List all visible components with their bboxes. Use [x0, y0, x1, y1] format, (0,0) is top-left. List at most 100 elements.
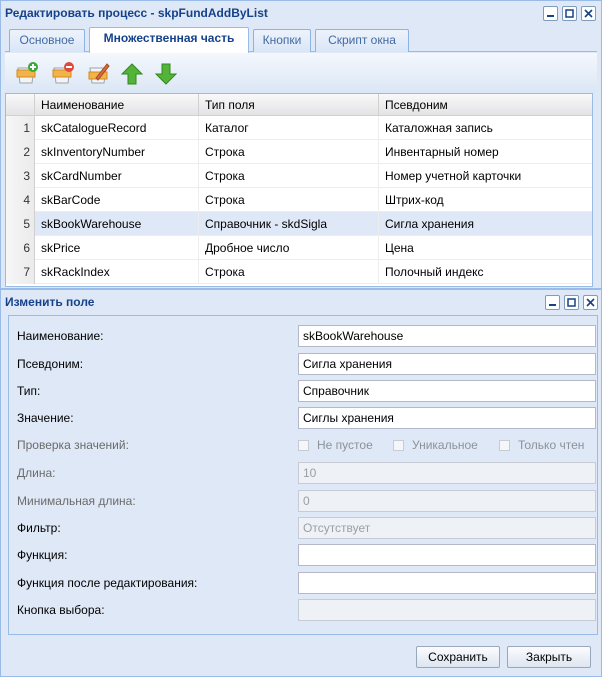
row-number: 7 [6, 260, 35, 284]
cell-name: skCatalogueRecord [35, 116, 199, 140]
cell-name: skBookWarehouse [35, 212, 199, 236]
length-input[interactable]: 10 [298, 462, 596, 484]
cell-type: Дробное число [199, 236, 379, 260]
table-row[interactable]: 2 skInventoryNumber Строка Инвентарный номе… [6, 140, 592, 164]
remove-row-icon [52, 62, 74, 84]
select-button-input[interactable] [298, 599, 596, 621]
unique-checkbox[interactable]: Уникальное [393, 438, 478, 452]
tab-window-script[interactable]: Скрипт окна [315, 29, 409, 52]
minimize-icon [549, 304, 556, 306]
maximize-button[interactable] [562, 6, 577, 21]
name-input[interactable]: skBookWarehouse [298, 325, 596, 347]
unique-label: Уникальное [412, 438, 478, 452]
function-after-edit-input[interactable] [298, 572, 596, 594]
validation-label: Проверка значений: [17, 438, 129, 452]
name-label: Наименование: [17, 329, 104, 343]
value-input[interactable]: Сиглы хранения [298, 407, 596, 429]
column-header-name[interactable]: Наименование [35, 94, 199, 116]
type-label: Тип: [17, 384, 41, 398]
process-edit-window: Редактировать процесс - skpFundAddByList… [0, 0, 602, 289]
window-title: Редактировать процесс - skpFundAddByList [5, 6, 268, 20]
cell-name: skInventoryNumber [35, 140, 199, 164]
readonly-label: Только чтен [518, 438, 585, 452]
table-row[interactable]: 7 skRackIndex Строка Полочный индекс [6, 260, 592, 284]
edit-close-window-button[interactable] [583, 295, 598, 310]
cell-alias: Каталожная запись [385, 121, 493, 135]
table-row[interactable]: 5 skBookWarehouse Справочник - skdSigla Сиг… [6, 212, 592, 236]
cell-alias: Номер учетной карточки [385, 169, 522, 183]
function-after-edit-label: Функция после редактирования: [17, 576, 198, 590]
grid-header: Наименование Тип поля Псевдоним [6, 94, 592, 116]
cell-type: Строка [199, 260, 379, 284]
minimize-button[interactable] [543, 6, 558, 21]
tab-bar: Основное Множественная часть Кнопки Скри… [5, 27, 597, 53]
move-down-button[interactable] [153, 61, 179, 87]
cell-alias: Цена [385, 241, 414, 255]
table-row[interactable]: 1 skCatalogueRecord Каталог Каталожная запи… [6, 116, 592, 140]
edit-field-window: Изменить поле Наименование: skBookWareho… [0, 289, 602, 677]
tab-main[interactable]: Основное [9, 29, 85, 52]
close-icon [586, 298, 595, 307]
row-number: 6 [6, 236, 35, 260]
function-label: Функция: [17, 548, 68, 562]
select-button-label: Кнопка выбора: [17, 603, 105, 617]
fields-grid: Наименование Тип поля Псевдоним 1 skCatal… [5, 93, 593, 287]
readonly-checkbox[interactable]: Только чтен [499, 438, 584, 452]
close-icon [584, 9, 593, 18]
edit-minimize-button[interactable] [545, 295, 560, 310]
row-number: 4 [6, 188, 35, 212]
arrow-down-icon [154, 63, 178, 85]
value-label: Значение: [17, 411, 74, 425]
cell-alias: Сигла хранения [385, 217, 474, 231]
cell-type: Строка [199, 188, 379, 212]
add-row-button[interactable] [13, 61, 39, 87]
cell-name: skBarCode [35, 188, 199, 212]
field-form: Наименование: skBookWarehouse Псевдоним:… [8, 315, 598, 635]
cell-alias: Полочный индекс [385, 265, 484, 279]
close-window-button[interactable] [581, 6, 596, 21]
cell-name: skCardNumber [35, 164, 199, 188]
table-row[interactable]: 6 skPrice Дробное число Цена [6, 236, 592, 260]
row-number: 5 [6, 212, 35, 236]
min-length-input[interactable]: 0 [298, 490, 596, 512]
column-header-type[interactable]: Тип поля [199, 94, 379, 116]
arrow-up-icon [120, 63, 144, 85]
edit-window-title: Изменить поле [5, 295, 95, 309]
cell-alias: Инвентарный номер [385, 145, 499, 159]
not-empty-checkbox[interactable]: Не пустое [298, 438, 373, 452]
cell-type: Справочник - skdSigla [199, 212, 379, 236]
cell-alias: Штрих-код [385, 193, 444, 207]
column-header-alias[interactable]: Псевдоним [379, 94, 592, 116]
edit-row-button[interactable] [85, 61, 111, 87]
not-empty-label: Не пустое [317, 438, 373, 452]
checkbox-box [298, 439, 309, 451]
checkbox-box [499, 439, 510, 451]
function-input[interactable] [298, 544, 596, 566]
type-input[interactable]: Справочник [298, 380, 596, 402]
validation-checkboxes: Не пустое Уникальное Только чтен [298, 435, 596, 455]
row-number: 1 [6, 116, 35, 140]
close-button[interactable]: Закрыть [507, 646, 591, 668]
save-button[interactable]: Сохранить [416, 646, 500, 668]
checkbox-box [393, 439, 404, 451]
table-row[interactable]: 3 skCardNumber Строка Номер учетной карточк… [6, 164, 592, 188]
alias-label: Псевдоним: [17, 357, 84, 371]
length-label: Длина: [17, 466, 56, 480]
remove-row-button[interactable] [49, 61, 75, 87]
edit-maximize-button[interactable] [564, 295, 579, 310]
filter-input[interactable]: Отсутствует [298, 517, 596, 539]
cell-name: skRackIndex [35, 260, 199, 284]
minimize-icon [547, 15, 554, 17]
row-number: 2 [6, 140, 35, 164]
cell-type: Строка [199, 164, 379, 188]
alias-input[interactable]: Сигла хранения [298, 353, 596, 375]
min-length-label: Минимальная длина: [17, 494, 136, 508]
maximize-icon [565, 9, 574, 18]
row-number: 3 [6, 164, 35, 188]
tab-buttons[interactable]: Кнопки [253, 29, 311, 52]
tab-multiple-part[interactable]: Множественная часть [89, 27, 249, 53]
add-row-icon [16, 62, 38, 84]
move-up-button[interactable] [119, 61, 145, 87]
maximize-icon [567, 298, 576, 307]
table-row[interactable]: 4 skBarCode Строка Штрих-код [6, 188, 592, 212]
